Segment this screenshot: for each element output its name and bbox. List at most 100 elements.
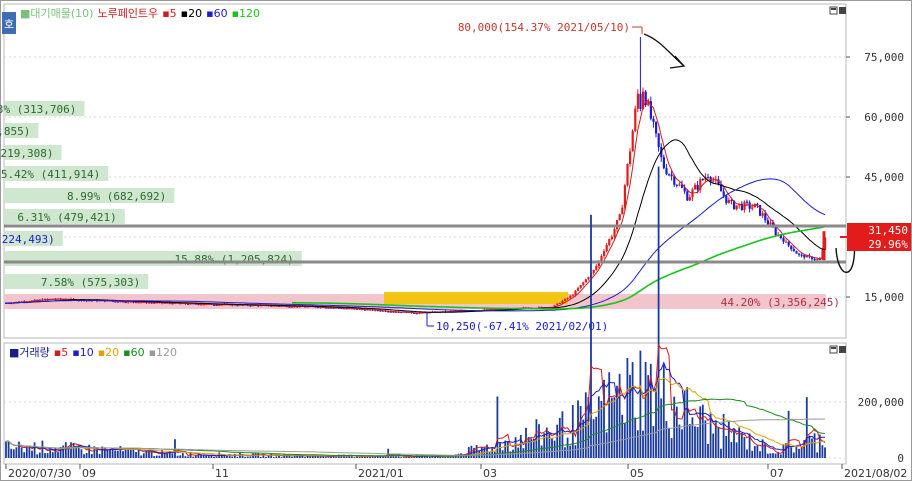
volume-bar: [816, 452, 819, 458]
volume-bar: [12, 449, 15, 458]
candle-body: [215, 304, 218, 306]
x-tick-label: 2021/08/02: [844, 467, 907, 480]
volume-bar: [566, 437, 569, 458]
price-panel-maximize-icon[interactable]: [829, 6, 838, 15]
volume-bar: [57, 452, 59, 458]
volume-bar: [44, 453, 46, 458]
volume-bar: [517, 447, 520, 458]
volume-bar: [85, 453, 88, 458]
price-tick-label: 60,000: [864, 111, 904, 124]
volume-bar: [686, 387, 689, 458]
candle-body: [795, 251, 798, 254]
volume-bar: [140, 455, 143, 458]
volume-bar: [358, 456, 361, 458]
volume-bar: [592, 419, 595, 458]
volume-bar: [213, 456, 215, 458]
volume-bar: [769, 453, 772, 458]
price-tick-label: 75,000: [864, 51, 904, 64]
candle-body: [608, 239, 611, 246]
volume-bar: [397, 456, 400, 458]
volume-bar: [15, 447, 18, 458]
volume-bar: [751, 450, 754, 458]
volume-bar: [756, 445, 759, 458]
candle-body: [678, 184, 681, 186]
volume-bar: [319, 456, 322, 458]
volume-bar: [54, 447, 57, 458]
x-tick-label: 2021/01: [358, 467, 404, 480]
legend-item: ▪120: [149, 346, 177, 359]
volume-bar: [707, 443, 709, 458]
volume-bar: [135, 452, 137, 458]
volume-bar: [824, 447, 826, 458]
volume-bar: [605, 432, 608, 458]
volume-bar: [774, 453, 777, 458]
volume-bar: [790, 447, 793, 458]
candle-body: [270, 305, 273, 307]
high-annotation-label: 80,000(154.37% 2021/05/10): [458, 21, 630, 34]
volume-bar: [158, 455, 161, 458]
candle-body: [759, 205, 762, 216]
volume-bar: [280, 457, 283, 458]
candle-body: [688, 197, 691, 201]
volume-bar: [345, 456, 348, 458]
volume-bar: [652, 426, 655, 458]
volume-bar: [145, 450, 148, 458]
volume-bar: [746, 449, 748, 458]
legend-item: ▪10: [72, 346, 93, 359]
volume-bar: [626, 357, 629, 458]
volume-bar: [176, 455, 179, 458]
volume-bar: [236, 456, 239, 458]
legend-item: 노루페인트우: [97, 7, 158, 20]
candle-body: [686, 191, 689, 201]
volume-bar: [553, 440, 556, 458]
candle-body: [735, 205, 738, 210]
volume-bar: [678, 424, 681, 458]
volume-bar: [127, 448, 130, 458]
candle-body: [587, 277, 590, 280]
legend-item: ▪20: [181, 7, 202, 20]
candle-body: [774, 227, 777, 236]
volume-bar: [309, 456, 312, 458]
volume-legend: ■거래량 ▪5 ▪10 ▪20 ▪60 ▪120: [9, 346, 177, 359]
volume-bar: [272, 457, 275, 458]
volume-bar: [109, 449, 111, 458]
volume-panel-close-icon[interactable]: [839, 346, 846, 353]
volume-bar: [46, 453, 49, 458]
volume-bar: [244, 456, 247, 458]
candle-body: [727, 200, 730, 203]
volume-bar: [688, 424, 691, 458]
volume-bar: [519, 434, 522, 458]
volume-bar: [639, 350, 642, 458]
volume-bar: [514, 437, 517, 458]
candle-body: [665, 168, 668, 175]
volume-bar: [33, 442, 36, 458]
candle-body: [610, 236, 613, 240]
volume-bar: [504, 440, 507, 458]
candle-body: [626, 164, 629, 186]
volume-bar: [478, 450, 481, 458]
price-zone-label: 5.42% (411,914): [1, 168, 100, 181]
candle-body: [761, 213, 764, 216]
volume-bar: [655, 388, 657, 458]
candle-body: [798, 253, 801, 255]
volume-bar: [779, 454, 782, 458]
volume-bar: [670, 438, 673, 458]
x-tick-label: 07: [770, 467, 784, 480]
current-price-change: 29.96%: [868, 238, 908, 251]
candle-body: [613, 229, 616, 237]
volume-bar: [813, 433, 816, 458]
volume-bar: [743, 437, 746, 458]
volume-bar: [499, 442, 501, 458]
price-zone-label: 7.58% (575,303): [41, 276, 140, 289]
volume-bar: [574, 445, 577, 458]
price-legend: ■대기매물(10) 노루페인트우 ▪5 ▪20 ▪60 ▪120: [20, 7, 260, 20]
stock-chart: 호 75,00060,00045,00030,00015,000 4.13% (…: [0, 0, 912, 481]
volume-bar: [665, 421, 668, 458]
price-panel-close-icon[interactable]: [839, 7, 846, 14]
volume-bar: [623, 423, 626, 458]
candle-body: [629, 151, 632, 165]
volume-panel-maximize-icon[interactable]: [829, 345, 838, 354]
volume-bar: [215, 456, 218, 458]
volume-bar: [83, 454, 85, 458]
volume-bar: [701, 404, 704, 458]
